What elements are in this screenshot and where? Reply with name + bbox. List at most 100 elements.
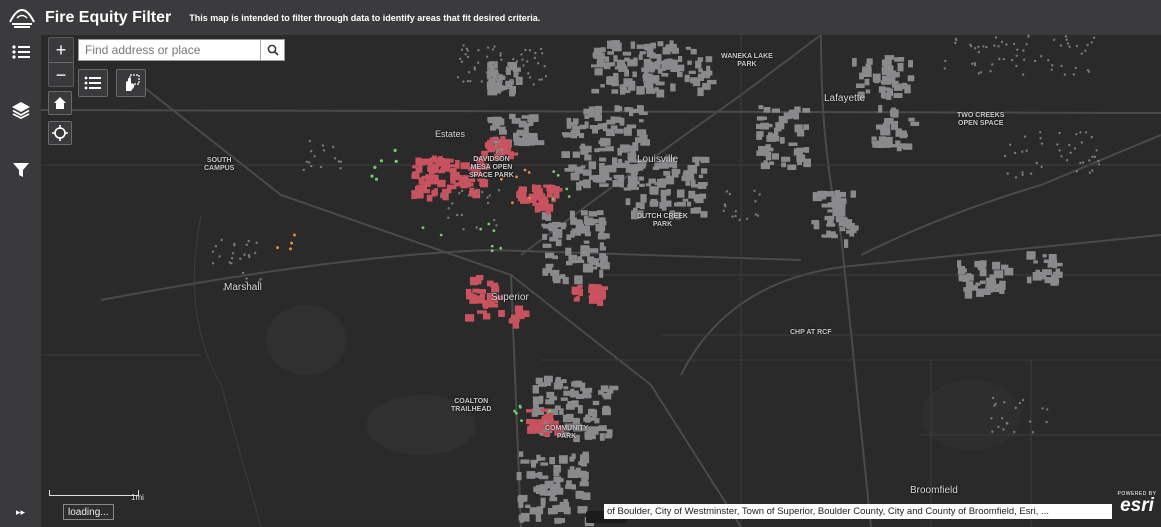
parcel (498, 310, 505, 317)
parcel (690, 208, 699, 214)
point-marker (954, 41, 957, 45)
parcel (580, 210, 588, 216)
map-view[interactable]: WANEKA LAKE PARK Lafayette TWO CREEKS OP… (41, 35, 1161, 527)
parcel (626, 124, 637, 129)
layer-list-button[interactable] (0, 35, 41, 69)
parcel (597, 52, 605, 59)
zoom-control: + − (48, 37, 74, 87)
parcel (594, 418, 600, 424)
parcel (588, 161, 596, 170)
select-tool-button[interactable] (116, 69, 146, 97)
label-lafayette: Lafayette (824, 93, 866, 104)
point-marker (1086, 43, 1089, 47)
parcel (619, 179, 624, 188)
point-marker (989, 70, 992, 73)
loading-indicator: loading... (63, 504, 114, 520)
parcel (594, 68, 603, 76)
parcel (465, 314, 475, 322)
point-marker (1046, 408, 1049, 411)
zoom-out-button[interactable]: − (49, 63, 73, 87)
point-marker (1033, 59, 1037, 63)
point-marker (214, 245, 218, 248)
parcel (602, 122, 608, 132)
point-marker (973, 47, 977, 50)
parcel (989, 274, 995, 279)
parcel (578, 133, 585, 138)
point-marker (370, 174, 374, 178)
parcel (700, 211, 708, 218)
parcel (599, 220, 607, 225)
attribution-bar[interactable]: of Boulder, City of Westminster, Town of… (604, 504, 1112, 519)
point-marker (339, 167, 342, 170)
parcel (589, 175, 598, 180)
parcel (538, 193, 546, 201)
parcel (878, 86, 886, 93)
expand-rail-button[interactable]: ▸▸ (0, 500, 41, 524)
parcel (678, 64, 685, 72)
point-marker (493, 218, 496, 222)
point-marker (474, 190, 477, 193)
parcel (993, 270, 1004, 279)
parcel (477, 310, 487, 314)
parcel (662, 47, 671, 55)
parcel (603, 62, 612, 67)
parcel (612, 180, 617, 187)
point-marker (1068, 143, 1071, 147)
filter-button[interactable] (0, 153, 41, 187)
parcel (573, 152, 578, 157)
point-marker (1051, 64, 1054, 67)
point-marker (1050, 68, 1053, 71)
point-marker (1041, 407, 1044, 410)
parcel (579, 481, 589, 487)
point-marker (977, 50, 980, 54)
point-marker (308, 139, 311, 143)
point-marker (1039, 137, 1042, 140)
esri-logo[interactable]: POWERED BY esri (1113, 491, 1161, 521)
parcel (542, 243, 552, 248)
parcel (418, 164, 423, 173)
point-marker (319, 165, 323, 169)
locate-icon (52, 125, 68, 141)
zoom-in-button[interactable]: + (49, 38, 73, 62)
parcel (561, 151, 570, 158)
parcel (589, 408, 595, 413)
point-marker (1088, 171, 1092, 174)
parcel (628, 159, 638, 163)
parcel (1033, 260, 1038, 264)
point-marker (464, 53, 467, 56)
point-marker (724, 205, 727, 208)
parcel (443, 161, 450, 169)
point-marker (552, 170, 556, 174)
parcel (613, 174, 619, 179)
parcel (705, 56, 713, 63)
parcel (547, 420, 553, 425)
point-marker (1064, 35, 1068, 38)
parcel (629, 107, 634, 117)
legend-button[interactable] (78, 69, 108, 97)
point-marker (1079, 161, 1082, 165)
parcel (897, 62, 904, 72)
locate-button[interactable] (48, 121, 72, 145)
point-marker (496, 76, 499, 79)
label-dutch-creek-park: DUTCH CREEK PARK (637, 213, 688, 228)
point-marker (460, 213, 464, 217)
parcel (586, 387, 593, 393)
point-marker (1006, 172, 1009, 175)
home-button[interactable] (48, 91, 72, 115)
parcel (895, 128, 902, 137)
search-button[interactable] (260, 40, 284, 60)
layers-button[interactable] (0, 93, 41, 127)
parcel (1052, 260, 1058, 269)
point-marker (1025, 43, 1028, 46)
point-marker (754, 200, 757, 203)
point-marker (467, 71, 471, 74)
point-marker (493, 61, 497, 64)
parcel (517, 496, 525, 503)
parcel (634, 165, 644, 171)
parcel (884, 118, 894, 125)
label-coalton-trailhead: COALTON TRAILHEAD (451, 398, 492, 413)
search-input[interactable] (79, 40, 261, 60)
parcel (535, 513, 542, 522)
point-marker (496, 73, 499, 77)
parcel (684, 74, 690, 83)
